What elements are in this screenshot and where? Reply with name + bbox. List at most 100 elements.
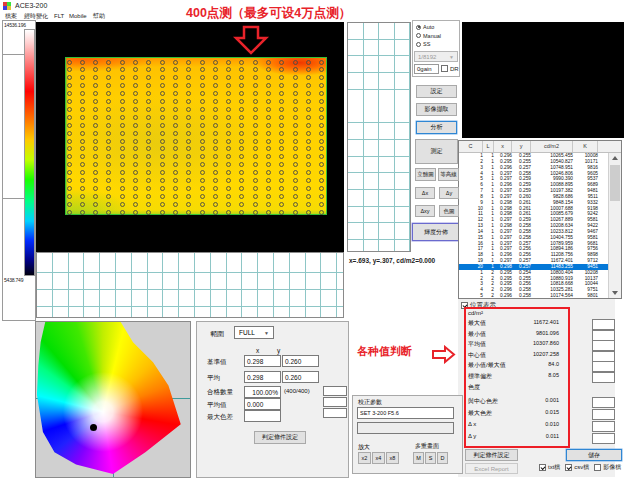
- maxdiff-field[interactable]: [244, 410, 281, 422]
- measure-point: [226, 178, 231, 183]
- capture-button[interactable]: 影像擷取: [416, 103, 457, 116]
- luminance-heatmap[interactable]: [65, 57, 327, 215]
- table-row[interactable]: 520.2960.25810174.5649801: [459, 293, 609, 298]
- measure-point: [293, 60, 298, 65]
- measure-point: [279, 178, 284, 183]
- menu-item-3[interactable]: Mobile: [69, 12, 87, 21]
- ref-x-field[interactable]: 0.298: [244, 355, 281, 367]
- checkbox-icon[interactable]: [565, 464, 572, 471]
- measure-point: [239, 107, 244, 112]
- view-button-0-0[interactable]: 立體圖: [415, 168, 436, 181]
- radio-label: SS: [423, 41, 430, 47]
- dr-checkbox-box[interactable]: [441, 65, 448, 72]
- measure-point: [293, 91, 298, 96]
- measure-point: [173, 75, 178, 80]
- zoom-button-x4[interactable]: x4: [372, 452, 385, 464]
- measure-point: [213, 146, 218, 151]
- multi-button-S[interactable]: S: [425, 452, 436, 464]
- avg-y-field[interactable]: 0.260: [282, 371, 319, 383]
- radio-icon[interactable]: [416, 42, 421, 47]
- ref-label: 基準值: [207, 358, 227, 367]
- avgval-field[interactable]: 0.000: [244, 398, 281, 410]
- shutter-select[interactable]: 1/8192▼: [414, 51, 458, 62]
- settings-button[interactable]: 設定: [416, 85, 457, 98]
- range-judge-button[interactable]: 判定條件設定: [254, 431, 306, 444]
- calibration-value2-field[interactable]: [357, 422, 454, 434]
- save-button[interactable]: 儲存: [566, 449, 622, 461]
- zoom-button-x8[interactable]: x8: [386, 452, 399, 464]
- measure-point: [226, 91, 231, 96]
- measure-point: [93, 186, 98, 191]
- col-header-cd/m2[interactable]: cd/m2: [531, 141, 573, 152]
- view-button-1-0[interactable]: Δx: [415, 187, 435, 199]
- col-header-L[interactable]: L: [483, 141, 494, 152]
- file-check-影像檔[interactable]: 影像檔: [594, 463, 621, 472]
- calibration-value-field[interactable]: SET 3-200 F5.6: [357, 407, 454, 419]
- range-select[interactable]: FULL▼: [234, 326, 274, 339]
- menu-item-4[interactable]: 幫助: [93, 12, 105, 21]
- view-button-1-1[interactable]: Δy: [439, 187, 459, 199]
- lum-box: [592, 330, 615, 341]
- measure-point: [80, 99, 85, 104]
- file-check-csv檔[interactable]: csv檔: [565, 463, 589, 472]
- measure-point: [213, 139, 218, 144]
- measure-point: [279, 83, 284, 88]
- col-header-C[interactable]: C: [459, 141, 483, 152]
- col-header-K[interactable]: K: [573, 141, 598, 152]
- measure-point: [213, 83, 218, 88]
- radio-icon[interactable]: [416, 33, 421, 38]
- measure-point: [160, 107, 165, 112]
- col-header-y[interactable]: y: [512, 141, 531, 152]
- excel-report-button[interactable]: Excel Report: [465, 463, 518, 474]
- ref-y-field[interactable]: 0.260: [282, 355, 319, 367]
- measure-point: [80, 91, 85, 96]
- view-button-2-0[interactable]: Δxy: [415, 205, 435, 217]
- scrollbar-thumb[interactable]: [610, 165, 620, 201]
- analyze-button[interactable]: 分析: [416, 121, 457, 134]
- radio-icon[interactable]: [416, 25, 421, 30]
- measure-point: [239, 75, 244, 80]
- menu-item-2[interactable]: FLT: [54, 12, 64, 21]
- view-button-0-1[interactable]: 等高線: [438, 168, 459, 181]
- checkbox-icon[interactable]: [594, 464, 601, 471]
- measure-point: [200, 60, 205, 65]
- avg-x-field[interactable]: 0.298: [244, 371, 281, 383]
- col-header-x[interactable]: x: [494, 141, 512, 152]
- multi-button-D[interactable]: D: [437, 452, 448, 464]
- multi-button-M[interactable]: M: [413, 452, 424, 464]
- measure-point: [319, 146, 324, 151]
- measure-point: [213, 154, 218, 159]
- measure-point: [160, 115, 165, 120]
- measure-point: [160, 202, 165, 207]
- measure-point: [173, 170, 178, 175]
- checkbox-icon[interactable]: [539, 464, 546, 471]
- scroll-down-button[interactable]: [609, 288, 621, 298]
- mode-radio-auto[interactable]: Auto: [416, 23, 434, 31]
- measure-button[interactable]: 測定: [415, 139, 458, 164]
- measure-point: [67, 154, 72, 159]
- measure-point: [67, 99, 72, 104]
- mode-radio-ss[interactable]: SS: [416, 40, 430, 48]
- pass-field[interactable]: 100.00%: [244, 386, 281, 398]
- luminance-distribution-button[interactable]: 輝度分佈: [412, 223, 460, 241]
- file-check-label: csv檔: [574, 463, 589, 472]
- measure-point: [319, 170, 324, 175]
- view-button-2-1[interactable]: 色圖: [439, 205, 459, 217]
- annotation-values-note: 各种值判断: [357, 344, 412, 359]
- measure-point: [213, 107, 218, 112]
- measure-point: [279, 154, 284, 159]
- judge-condition-button[interactable]: 判定條件設定: [465, 449, 518, 461]
- measure-point: [106, 170, 111, 175]
- dr-checkbox[interactable]: DR: [441, 65, 459, 72]
- measure-point: [133, 83, 138, 88]
- measure-point: [226, 75, 231, 80]
- measure-point: [266, 139, 271, 144]
- file-check-txt檔[interactable]: txt檔: [539, 463, 560, 472]
- mode-radio-manual[interactable]: Manual: [416, 32, 441, 40]
- measure-point: [93, 178, 98, 183]
- gain-field[interactable]: 0gain: [414, 64, 439, 74]
- results-scrollbar[interactable]: [608, 153, 621, 298]
- zoom-button-x2[interactable]: x2: [358, 452, 371, 464]
- scroll-up-button[interactable]: [609, 153, 621, 163]
- measure-point: [146, 75, 151, 80]
